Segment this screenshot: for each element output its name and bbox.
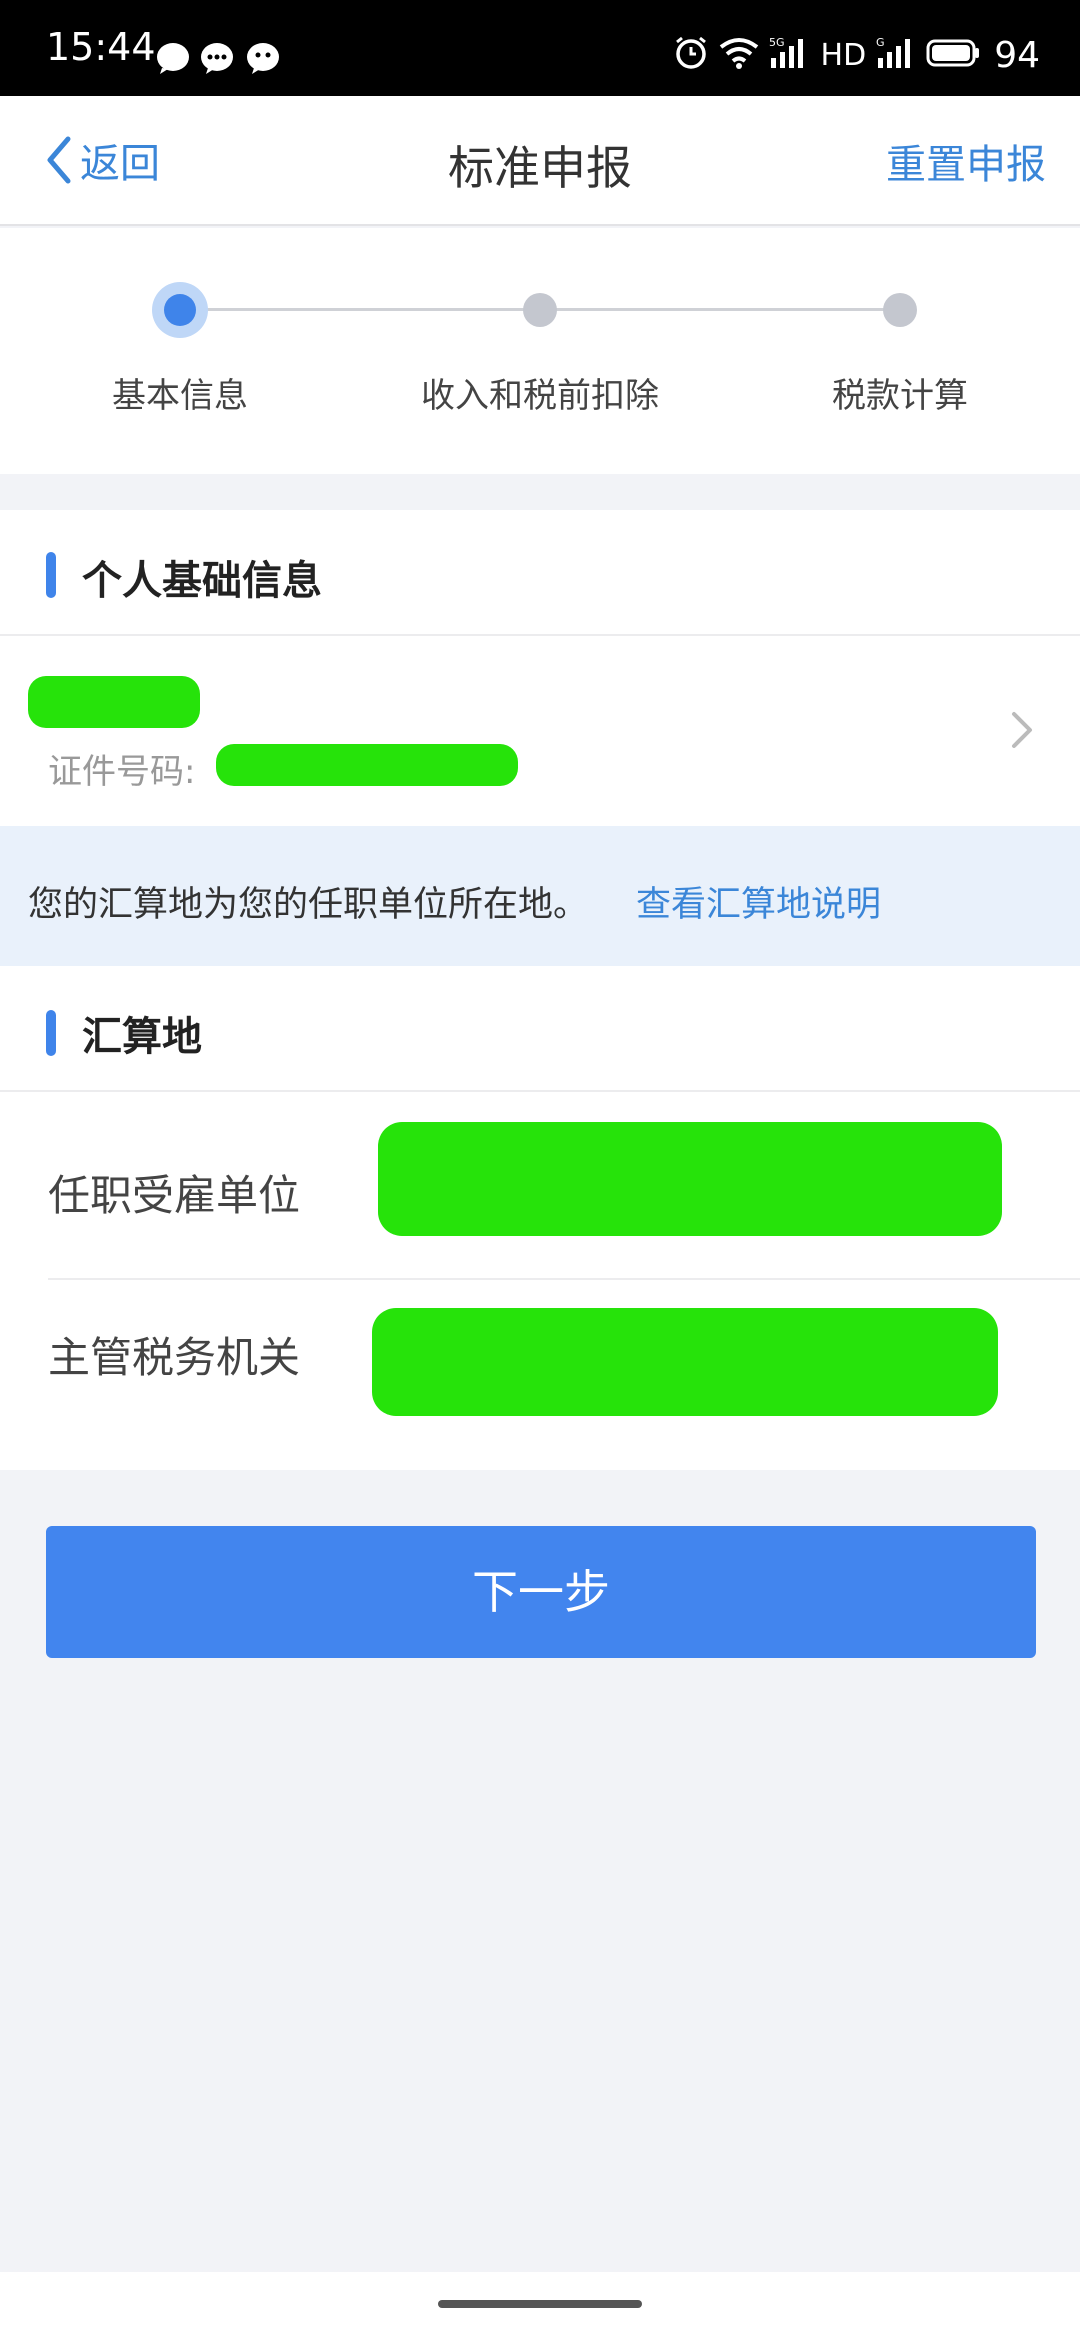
battery-icon <box>926 38 980 72</box>
step-dot-tax-calc <box>883 293 917 327</box>
employer-field-row[interactable]: 任职受雇单位 <box>0 1092 1080 1280</box>
redacted-name <box>28 676 200 728</box>
section-header: 汇算地 <box>0 966 1080 1092</box>
status-time: 15:44 <box>46 25 156 69</box>
signal-icon: G <box>876 36 916 74</box>
chat-icon <box>200 42 234 74</box>
section-accent-bar <box>46 1010 56 1056</box>
nav-bar: 返回 标准申报 重置申报 <box>0 96 1080 226</box>
svg-text:5G: 5G <box>769 36 785 49</box>
step-dot-basic-info <box>152 282 208 338</box>
redacted-employer <box>378 1122 1002 1236</box>
info-banner-text: 您的汇算地为您的任职单位所在地。 <box>28 885 589 925</box>
person-row[interactable]: 证件号码: <box>0 636 1080 824</box>
signal-5g-icon: 5G <box>769 36 811 74</box>
step-label-tax-calc: 税款计算 <box>832 376 968 416</box>
section-header: 个人基础信息 <box>0 510 1080 636</box>
wifi-icon <box>719 37 759 73</box>
id-number-label: 证件号码: <box>48 752 196 792</box>
employer-label: 任职受雇单位 <box>48 1171 301 1220</box>
section-accent-bar <box>46 552 56 598</box>
message-bubble-icon <box>156 42 190 74</box>
tax-authority-label: 主管税务机关 <box>48 1333 301 1382</box>
wechat-icon <box>246 42 280 74</box>
step-dot-income <box>523 293 557 327</box>
tax-authority-field-row[interactable]: 主管税务机关 <box>0 1280 1080 1468</box>
redacted-tax-authority <box>372 1308 998 1416</box>
step-label-income: 收入和税前扣除 <box>421 376 659 416</box>
step-label-basic-info: 基本信息 <box>112 376 248 416</box>
status-right-icons: 5G HD G 94 <box>673 34 1040 76</box>
next-step-button[interactable]: 下一步 <box>46 1526 1036 1658</box>
network-type-label: HD <box>820 37 867 73</box>
progress-stepper: 基本信息 收入和税前扣除 税款计算 <box>0 228 1080 474</box>
step-connector <box>540 308 900 311</box>
step-connector <box>180 308 540 311</box>
settlement-card: 汇算地 任职受雇单位 主管税务机关 <box>0 966 1080 1470</box>
home-indicator[interactable] <box>438 2300 642 2308</box>
section-title-personal: 个人基础信息 <box>82 558 322 604</box>
status-bar: 15:44 5G HD G 94 <box>0 0 1080 96</box>
personal-info-card: 个人基础信息 证件号码: <box>0 510 1080 826</box>
battery-percent: 94 <box>994 34 1040 76</box>
alarm-icon <box>673 35 709 75</box>
section-title-settlement: 汇算地 <box>82 1014 202 1060</box>
redacted-id-number <box>216 744 518 786</box>
chevron-right-icon <box>1012 712 1032 748</box>
view-settlement-explanation-link[interactable]: 查看汇算地说明 <box>636 876 881 927</box>
svg-text:G: G <box>876 36 885 49</box>
settlement-info-banner: 您的汇算地为您的任职单位所在地。 查看汇算地说明 <box>0 826 1080 966</box>
reset-declaration-button[interactable]: 重置申报 <box>886 132 1046 190</box>
